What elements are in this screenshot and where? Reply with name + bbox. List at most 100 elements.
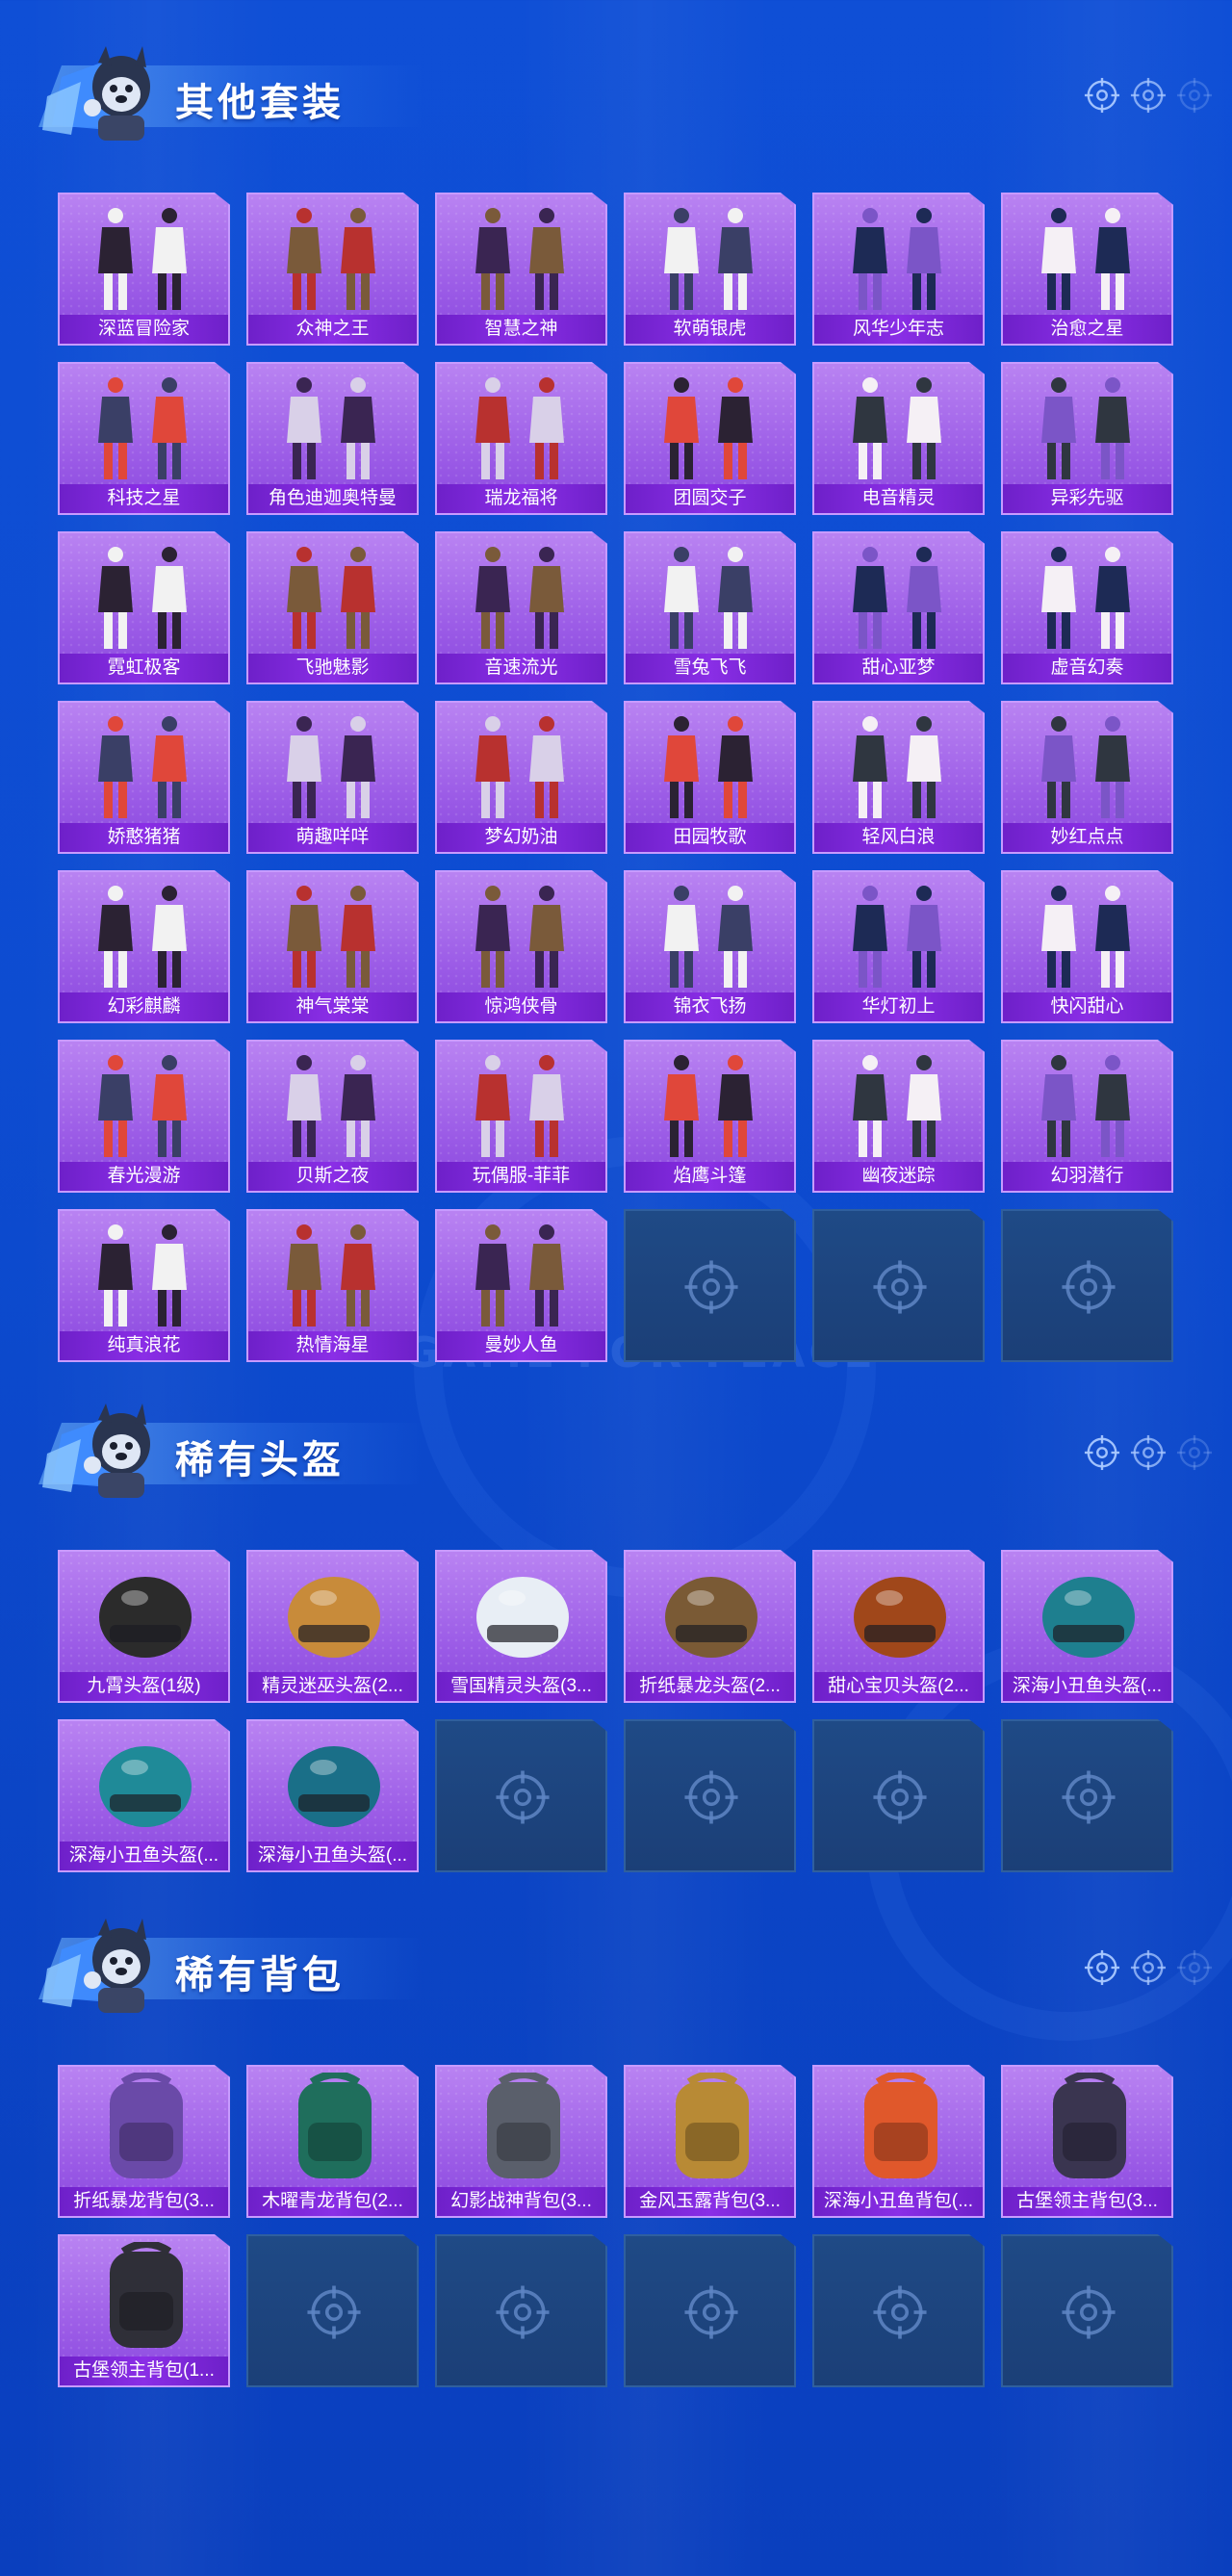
item-card[interactable]: 深蓝冒险家 xyxy=(58,193,230,346)
item-label: 曼妙人鱼 xyxy=(437,1331,605,1360)
item-label: 金风玉露背包(3... xyxy=(626,2187,794,2216)
item-card[interactable]: 梦幻奶油 xyxy=(435,701,607,854)
item-card[interactable]: 春光漫游 xyxy=(58,1040,230,1193)
item-thumbnail xyxy=(437,539,605,653)
item-card[interactable]: 玩偶服-菲菲 xyxy=(435,1040,607,1193)
item-card[interactable]: 幻影战神背包(3... xyxy=(435,2065,607,2218)
empty-slot xyxy=(1001,2234,1173,2387)
item-thumbnail xyxy=(437,1217,605,1330)
item-label: 九霄头盔(1级) xyxy=(60,1672,228,1701)
empty-slot xyxy=(246,2234,419,2387)
item-card[interactable]: 九霄头盔(1级) xyxy=(58,1550,230,1703)
reticle-group xyxy=(1084,77,1213,114)
item-card[interactable]: 电音精灵 xyxy=(812,362,985,515)
item-card[interactable]: 团圆交子 xyxy=(624,362,796,515)
empty-slot xyxy=(624,1209,796,1362)
empty-slot xyxy=(1001,1209,1173,1362)
item-label: 团圆交子 xyxy=(626,484,794,513)
item-thumbnail xyxy=(60,200,228,314)
item-label: 锦衣飞扬 xyxy=(626,992,794,1021)
mascot-icon xyxy=(42,1911,167,2017)
item-card[interactable]: 瑞龙福将 xyxy=(435,362,607,515)
item-card[interactable]: 深海小丑鱼背包(... xyxy=(812,2065,985,2218)
item-thumbnail xyxy=(248,200,417,314)
section-title: 其他套装 xyxy=(175,81,345,125)
item-card[interactable]: 智慧之神 xyxy=(435,193,607,346)
item-label: 幽夜迷踪 xyxy=(814,1162,983,1191)
item-label: 众神之王 xyxy=(248,315,417,344)
item-card[interactable]: 纯真浪花 xyxy=(58,1209,230,1362)
item-card[interactable]: 精灵迷巫头盔(2... xyxy=(246,1550,419,1703)
item-card[interactable]: 众神之王 xyxy=(246,193,419,346)
item-thumbnail xyxy=(814,370,983,483)
reticle-icon xyxy=(1176,77,1213,114)
item-label: 深海小丑鱼背包(... xyxy=(814,2187,983,2216)
item-card[interactable]: 飞驰魅影 xyxy=(246,531,419,684)
item-thumbnail xyxy=(248,370,417,483)
item-card[interactable]: 华灯初上 xyxy=(812,870,985,1023)
item-card[interactable]: 甜心宝贝头盔(2... xyxy=(812,1550,985,1703)
item-card[interactable]: 娇憨猪猪 xyxy=(58,701,230,854)
item-card[interactable]: 雪国精灵头盔(3... xyxy=(435,1550,607,1703)
item-card[interactable]: 折纸暴龙头盔(2... xyxy=(624,1550,796,1703)
item-card[interactable]: 科技之星 xyxy=(58,362,230,515)
item-card[interactable]: 锦衣飞扬 xyxy=(624,870,796,1023)
item-thumbnail xyxy=(60,1217,228,1330)
item-card[interactable]: 贝斯之夜 xyxy=(246,1040,419,1193)
item-card[interactable]: 古堡领主背包(1... xyxy=(58,2234,230,2387)
item-card[interactable]: 霓虹极客 xyxy=(58,531,230,684)
mascot-icon xyxy=(42,39,167,144)
item-thumbnail xyxy=(814,2071,983,2186)
item-card[interactable]: 古堡领主背包(3... xyxy=(1001,2065,1173,2218)
item-card[interactable]: 田园牧歌 xyxy=(624,701,796,854)
item-thumbnail xyxy=(626,539,794,653)
item-thumbnail xyxy=(60,708,228,822)
item-card[interactable]: 异彩先驱 xyxy=(1001,362,1173,515)
item-thumbnail xyxy=(1003,370,1171,483)
item-card[interactable]: 虚音幻奏 xyxy=(1001,531,1173,684)
item-card[interactable]: 折纸暴龙背包(3... xyxy=(58,2065,230,2218)
item-card[interactable]: 深海小丑鱼头盔(... xyxy=(1001,1550,1173,1703)
item-card[interactable]: 神气棠棠 xyxy=(246,870,419,1023)
item-label: 轻风白浪 xyxy=(814,823,983,852)
item-label: 智慧之神 xyxy=(437,315,605,344)
item-card[interactable]: 焰鹰斗篷 xyxy=(624,1040,796,1193)
item-card[interactable]: 深海小丑鱼头盔(... xyxy=(246,1719,419,1872)
reticle-icon xyxy=(1176,1949,1213,1986)
item-grid: 折纸暴龙背包(3... 木曜青龙背包(2... 幻影战神背包(3... 金风玉露… xyxy=(58,2065,1173,2387)
item-card[interactable]: 治愈之星 xyxy=(1001,193,1173,346)
item-thumbnail xyxy=(248,708,417,822)
item-card[interactable]: 风华少年志 xyxy=(812,193,985,346)
mascot-icon xyxy=(42,1396,167,1502)
item-card[interactable]: 萌趣咩咩 xyxy=(246,701,419,854)
item-label: 深蓝冒险家 xyxy=(60,315,228,344)
item-card[interactable]: 音速流光 xyxy=(435,531,607,684)
item-card[interactable]: 妙红点点 xyxy=(1001,701,1173,854)
item-card[interactable]: 快闪甜心 xyxy=(1001,870,1173,1023)
item-label: 古堡领主背包(3... xyxy=(1003,2187,1171,2216)
item-card[interactable]: 曼妙人鱼 xyxy=(435,1209,607,1362)
item-thumbnail xyxy=(248,1727,417,1841)
item-card[interactable]: 幻彩麒麟 xyxy=(58,870,230,1023)
reticle-icon xyxy=(495,1769,551,1825)
item-card[interactable]: 热情海星 xyxy=(246,1209,419,1362)
item-label: 神气棠棠 xyxy=(248,992,417,1021)
item-thumbnail xyxy=(248,1047,417,1161)
item-card[interactable]: 甜心亚梦 xyxy=(812,531,985,684)
item-card[interactable]: 角色迪迦奥特曼 xyxy=(246,362,419,515)
item-card[interactable]: 深海小丑鱼头盔(... xyxy=(58,1719,230,1872)
item-card[interactable]: 轻风白浪 xyxy=(812,701,985,854)
item-card[interactable]: 木曜青龙背包(2... xyxy=(246,2065,419,2218)
item-card[interactable]: 金风玉露背包(3... xyxy=(624,2065,796,2218)
item-thumbnail xyxy=(248,1217,417,1330)
reticle-icon xyxy=(683,1259,739,1315)
item-card[interactable]: 惊鸿侠骨 xyxy=(435,870,607,1023)
item-card[interactable]: 幽夜迷踪 xyxy=(812,1040,985,1193)
item-label: 角色迪迦奥特曼 xyxy=(248,484,417,513)
item-card[interactable]: 幻羽潜行 xyxy=(1001,1040,1173,1193)
item-label: 电音精灵 xyxy=(814,484,983,513)
item-card[interactable]: 雪兔飞飞 xyxy=(624,531,796,684)
item-card[interactable]: 软萌银虎 xyxy=(624,193,796,346)
item-grid: 九霄头盔(1级) 精灵迷巫头盔(2... 雪国精灵头盔(3... 折纸暴龙头盔(… xyxy=(58,1550,1173,1872)
section-header: 其他套装 xyxy=(29,39,1213,144)
